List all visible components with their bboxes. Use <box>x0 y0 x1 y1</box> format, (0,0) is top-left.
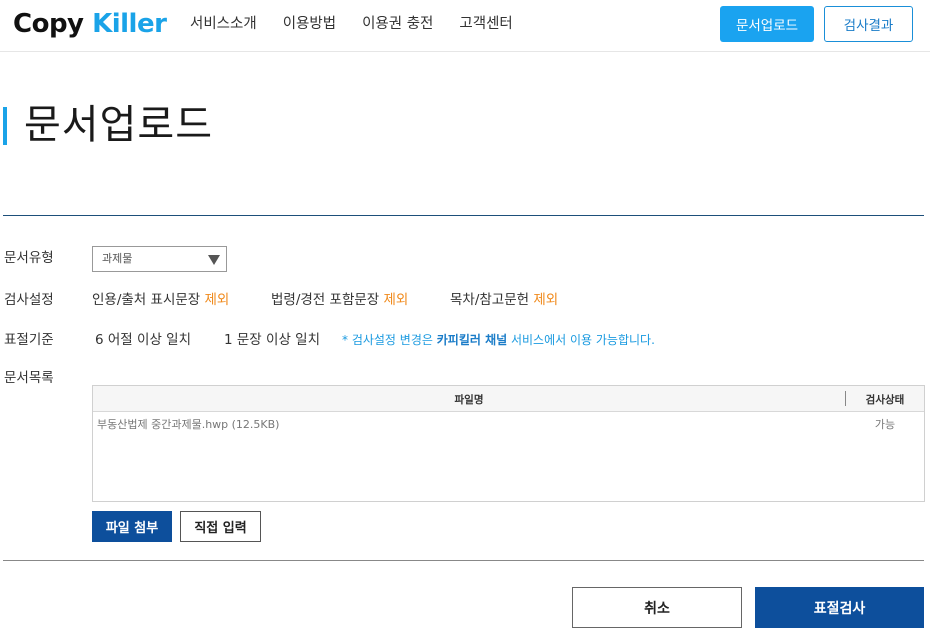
document-upload-button[interactable]: 문서업로드 <box>720 6 814 42</box>
logo-text-copy: Copy <box>13 9 84 39</box>
nav-ticket-charge[interactable]: 이용권 충전 <box>362 15 433 33</box>
criteria-phrase: 6 어절 이상 일치 <box>95 331 191 349</box>
setting-law[interactable]: 법령/경전 포함문장 제외 <box>271 291 408 309</box>
criteria-label: 표절기준 <box>4 332 54 348</box>
criteria-sentence: 1 문장 이상 일치 <box>224 331 320 349</box>
nav-customer-center[interactable]: 고객센터 <box>459 15 512 33</box>
title-accent-bar <box>3 107 7 145</box>
setting-law-name: 법령/경전 포함문장 <box>271 292 380 308</box>
note-channel-link: 카피킬러 채널 <box>436 333 508 347</box>
setting-citation-name: 인용/출처 표시문장 <box>92 292 201 308</box>
table-row[interactable]: 부동산법제 중간과제물.hwp (12.5KB) 가능 <box>93 413 924 435</box>
doc-type-selected-value: 과제물 <box>102 252 133 265</box>
criteria-phrase-text: 어절 이상 일치 <box>107 332 191 348</box>
dropdown-arrow-icon <box>208 255 220 265</box>
setting-citation[interactable]: 인용/출처 표시문장 제외 <box>92 291 229 309</box>
note-prefix: * 검사설정 변경은 <box>342 333 437 347</box>
criteria-sentence-text: 문장 이상 일치 <box>236 332 320 348</box>
file-table-header: 파일명 검사상태 <box>93 386 924 412</box>
criteria-note: * 검사설정 변경은 카피킬러 채널 서비스에서 이용 가능합니다. <box>342 332 655 348</box>
logo-text-killer: Killer <box>92 9 167 39</box>
file-list-table: 파일명 검사상태 부동산법제 중간과제물.hwp (12.5KB) 가능 <box>92 385 925 502</box>
note-suffix: 서비스에서 이용 가능합니다. <box>507 333 655 347</box>
setting-citation-state: 제외 <box>204 292 230 308</box>
column-header-status: 검사상태 <box>865 394 905 406</box>
top-header: Copy Killer 서비스소개 이용방법 이용권 충전 고객센터 문서업로드… <box>0 0 930 52</box>
direct-input-button[interactable]: 직접 입력 <box>180 511 261 542</box>
copykiller-logo[interactable]: Copy Killer <box>13 8 167 40</box>
criteria-sentence-count: 1 <box>224 332 233 348</box>
bottom-divider <box>3 560 924 561</box>
page-title: 문서업로드 <box>24 102 213 148</box>
main-nav: 서비스소개 이용방법 이용권 충전 고객센터 <box>190 15 539 33</box>
setting-toc[interactable]: 목차/참고문헌 제외 <box>450 291 558 309</box>
title-divider <box>3 215 924 216</box>
doc-type-label: 문서유형 <box>4 250 54 266</box>
setting-toc-state: 제외 <box>533 292 559 308</box>
plagiarism-check-button[interactable]: 표절검사 <box>755 587 924 628</box>
column-header-filename: 파일명 <box>454 394 484 406</box>
attach-file-button[interactable]: 파일 첨부 <box>92 511 172 542</box>
file-name-cell: 부동산법제 중간과제물.hwp (12.5KB) <box>97 418 280 431</box>
setting-law-state: 제외 <box>383 292 409 308</box>
doc-type-select[interactable]: 과제물 <box>92 246 227 272</box>
nav-service-intro[interactable]: 서비스소개 <box>190 15 257 33</box>
file-list-label: 문서목록 <box>4 370 54 386</box>
check-settings-label: 검사설정 <box>4 292 54 308</box>
nav-how-to-use[interactable]: 이용방법 <box>283 15 336 33</box>
setting-toc-name: 목차/참고문헌 <box>450 292 530 308</box>
criteria-phrase-count: 6 <box>95 332 104 348</box>
cancel-button[interactable]: 취소 <box>572 587 742 628</box>
file-status-cell: 가능 <box>874 418 896 431</box>
check-result-button[interactable]: 검사결과 <box>824 6 913 42</box>
